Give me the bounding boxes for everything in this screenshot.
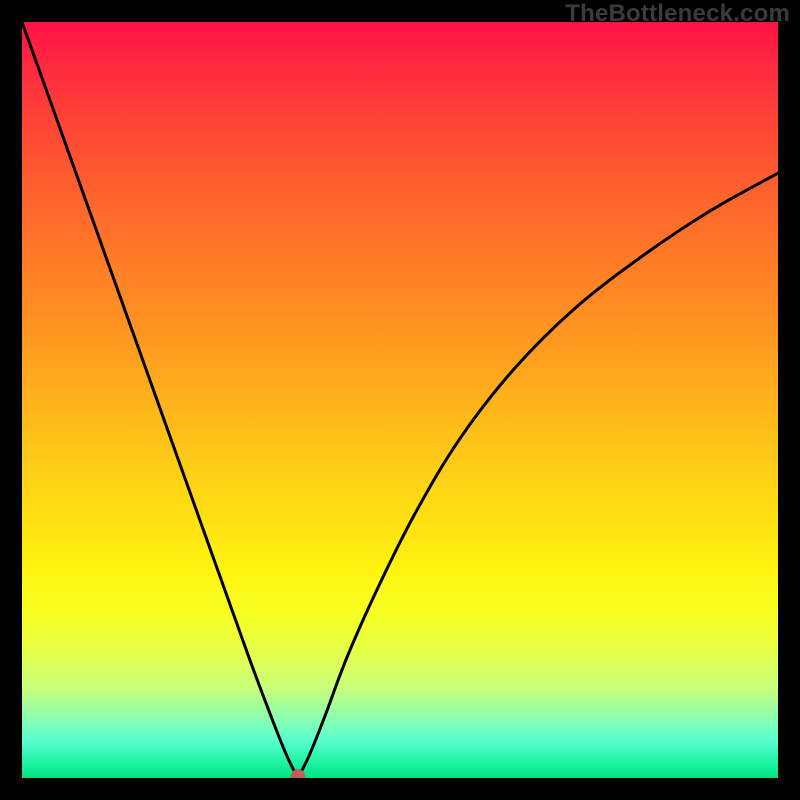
frame-edge-right bbox=[778, 0, 800, 800]
frame-edge-left bbox=[0, 0, 22, 800]
frame-edge-bottom bbox=[0, 778, 800, 800]
chart-stage: TheBottleneck.com bbox=[0, 0, 800, 800]
watermark-text: TheBottleneck.com bbox=[565, 0, 790, 28]
chart-curve-layer bbox=[22, 22, 778, 778]
bottleneck-curve-path bbox=[22, 22, 778, 778]
